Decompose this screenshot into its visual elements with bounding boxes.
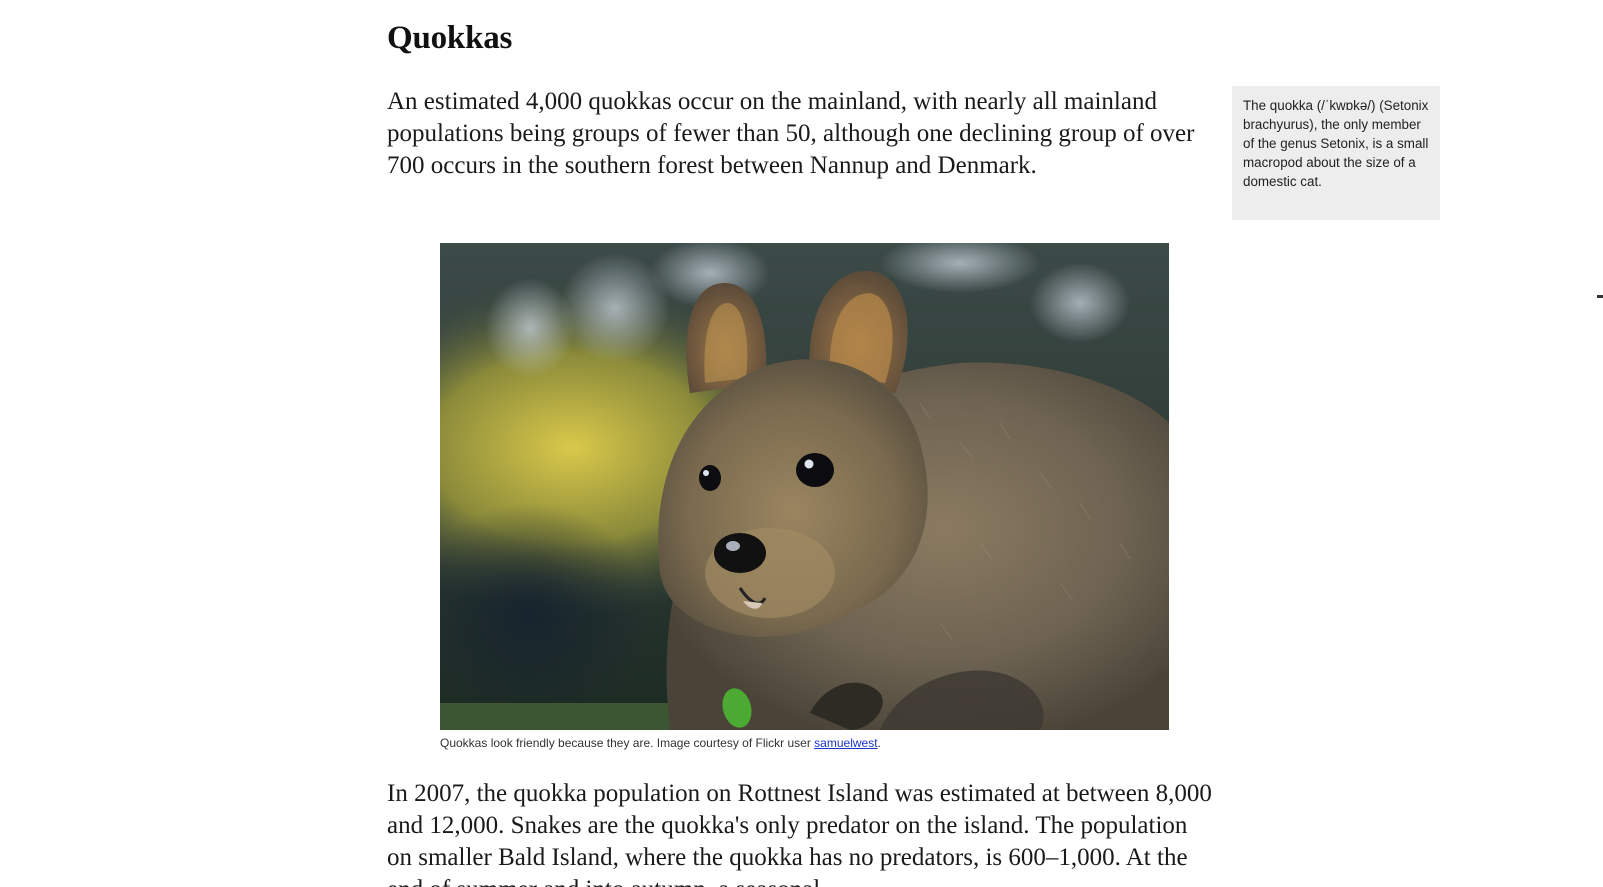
sidenote: The quokka (/ˈkwɒkə/) (Setonix brachyuru…: [1232, 86, 1440, 220]
article-title: Quokkas: [387, 20, 513, 56]
figure-caption: Quokkas look friendly because they are. …: [440, 735, 1169, 751]
quokka-photo: [440, 243, 1169, 730]
caption-text: Quokkas look friendly because they are. …: [440, 736, 815, 750]
caption-end: .: [877, 736, 881, 750]
paragraph-population: An estimated 4,000 quokkas occur on the …: [387, 88, 1195, 179]
sidenote-text: The quokka (/ˈkwɒkə/) (Setonix brachyuru…: [1243, 98, 1429, 189]
caption-link-samuelwest[interactable]: samuelwest: [814, 736, 877, 750]
cursor-mark: [1597, 295, 1603, 298]
article: Quokkas An estimated 4,000 quokkas occur…: [387, 0, 1227, 179]
paragraph-rottnest: In 2007, the quokka population on Rottne…: [387, 780, 1212, 887]
figure: Quokkas look friendly because they are. …: [440, 243, 1169, 751]
page: Quokkas An estimated 4,000 quokkas occur…: [0, 0, 1603, 887]
